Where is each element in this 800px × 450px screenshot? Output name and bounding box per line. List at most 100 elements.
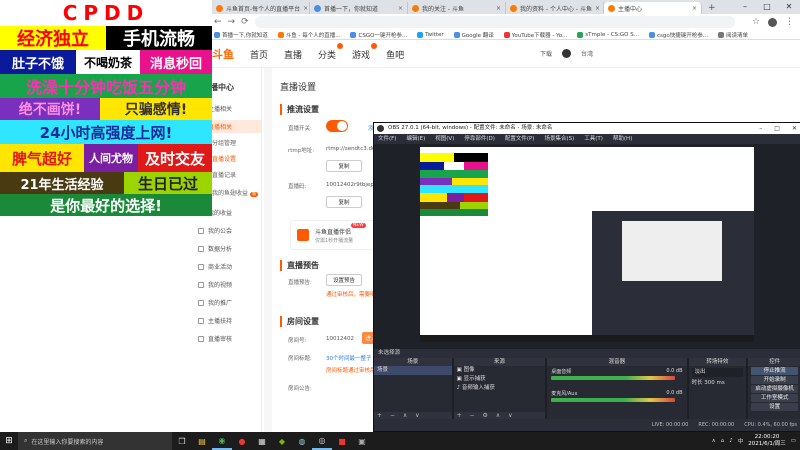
nav-home[interactable]: 首页 bbox=[250, 48, 268, 61]
close-icon[interactable]: × bbox=[692, 5, 697, 12]
menu-docks[interactable]: 停靠部件(D) bbox=[464, 134, 495, 144]
start-recording-button[interactable]: 开始录制 bbox=[751, 376, 798, 384]
close-icon[interactable]: × bbox=[595, 5, 600, 12]
clock[interactable]: 22:00:20 2021/6/1/周三 bbox=[748, 434, 786, 448]
douyu-logo[interactable]: 斗鱼 bbox=[212, 46, 240, 62]
sidebar-item-analytics[interactable]: 数据分析 bbox=[198, 242, 262, 255]
task-view-icon[interactable]: ❐ bbox=[172, 432, 192, 450]
section-push: 推流设置 bbox=[280, 104, 319, 115]
bookmark-icon bbox=[648, 31, 655, 38]
nav-category[interactable]: 分类 bbox=[318, 42, 344, 61]
bookmark[interactable]: CSGO一键开枪参... bbox=[350, 30, 407, 39]
sidebar-item-review[interactable]: 直播审核 bbox=[198, 332, 262, 345]
sidebar-sub-revenue[interactable]: 我的鱼翅收益 新 bbox=[212, 188, 259, 197]
minimize-icon[interactable]: – bbox=[734, 0, 756, 14]
menu-icon[interactable]: ⋮ bbox=[785, 17, 794, 27]
notification-icon[interactable]: ▭ bbox=[791, 438, 796, 444]
preview-canvas bbox=[420, 147, 754, 342]
sidebar-item-video[interactable]: 我的视频 bbox=[198, 278, 262, 291]
obs-icon[interactable]: ◎ bbox=[312, 432, 332, 450]
avatar[interactable] bbox=[562, 49, 572, 58]
menu-scene-collection[interactable]: 场景集合(S) bbox=[544, 134, 574, 144]
menu-help[interactable]: 帮助(H) bbox=[613, 134, 632, 144]
network-icon[interactable]: ⌂ bbox=[721, 438, 725, 444]
stop-streaming-button[interactable]: 停止推流 bbox=[751, 367, 798, 375]
source-item[interactable]: ♪ 音频输入捕获 bbox=[454, 384, 546, 393]
browser-tab-active[interactable]: 主播中心 × bbox=[604, 2, 702, 14]
tray-chevron-icon[interactable]: ∧ bbox=[712, 438, 716, 444]
obs-preview[interactable] bbox=[374, 144, 800, 349]
bookmark[interactable]: sTmple - CS:GO S... bbox=[577, 30, 639, 39]
live-toggle[interactable] bbox=[326, 120, 348, 132]
forward-icon[interactable]: → bbox=[228, 17, 236, 27]
set-notice-button[interactable]: 设置预告 bbox=[326, 274, 362, 286]
sidebar-item-promotion[interactable]: 我的推广 bbox=[198, 296, 262, 309]
new-tab-icon[interactable]: + bbox=[702, 2, 722, 14]
sidebar-item-business[interactable]: 商业活动 bbox=[198, 260, 262, 273]
settings-button[interactable]: 设置 bbox=[751, 403, 798, 411]
reading-list[interactable]: 阅读清单 bbox=[717, 30, 748, 39]
nav-live[interactable]: 直播 bbox=[284, 48, 302, 61]
maximize-icon[interactable]: □ bbox=[756, 0, 778, 14]
browser-tab[interactable]: 斗鱼首页-每个人的直播平台 × bbox=[212, 2, 310, 14]
search-icon: ⌕ bbox=[24, 437, 28, 444]
taskbar-search[interactable]: ⌕ 在这里输入你要搜索的内容 bbox=[18, 432, 172, 450]
star-icon[interactable]: ☆ bbox=[752, 17, 760, 27]
nvidia-icon[interactable]: ◆ bbox=[272, 432, 292, 450]
app-icon[interactable]: ▣ bbox=[352, 432, 372, 450]
copy-rtmp-button[interactable]: 复制 bbox=[326, 160, 362, 172]
sidebar-item-support[interactable]: 主播扶持 bbox=[198, 314, 262, 327]
bookmark[interactable]: 斗鱼 - 每个人的直播... bbox=[277, 30, 340, 39]
virtual-camera-button[interactable]: 启动虚拟摄像机 bbox=[751, 385, 798, 393]
minimize-icon[interactable]: – bbox=[759, 123, 762, 134]
bookmark[interactable]: 首播一下,你就知道 bbox=[214, 30, 268, 39]
close-icon[interactable]: × bbox=[303, 5, 308, 12]
windows-start-icon[interactable]: ⊞ bbox=[0, 432, 18, 450]
sidebar-sub-group[interactable]: 分组管理 bbox=[212, 138, 236, 147]
bookmark[interactable]: YouTube下载器 - Yo... bbox=[503, 30, 567, 39]
menu-tools[interactable]: 工具(T) bbox=[584, 134, 603, 144]
sidebar-sub-records[interactable]: 直播记录 bbox=[212, 170, 236, 179]
source-item[interactable]: ▣ 图像 bbox=[454, 366, 546, 375]
chrome-icon[interactable]: ◉ bbox=[212, 432, 232, 450]
close-icon[interactable]: ✕ bbox=[778, 0, 800, 14]
browser-tab[interactable]: 首播一下，你就知道 × bbox=[310, 2, 408, 14]
bookmark[interactable]: csgo快捷键开枪参... bbox=[648, 30, 708, 39]
app-icon[interactable]: ▦ bbox=[252, 432, 272, 450]
browser-tab[interactable]: 我的关注 - 斗鱼 × bbox=[408, 2, 506, 14]
download-link[interactable]: 下载 bbox=[540, 49, 552, 58]
source-item[interactable]: ▣ 显示捕获 bbox=[454, 375, 546, 384]
menu-file[interactable]: 文件(F) bbox=[378, 134, 396, 144]
close-icon[interactable]: ✕ bbox=[792, 123, 797, 134]
ime-indicator[interactable]: 中 bbox=[738, 437, 744, 445]
volume-icon[interactable]: ♪ bbox=[729, 438, 733, 444]
reload-icon[interactable]: ⟳ bbox=[241, 17, 249, 27]
menu-view[interactable]: 视图(V) bbox=[435, 134, 454, 144]
maximize-icon[interactable]: □ bbox=[774, 123, 780, 134]
menu-profile[interactable]: 配置文件(P) bbox=[505, 134, 535, 144]
app-icon[interactable]: ■ bbox=[332, 432, 352, 450]
app-icon[interactable]: ● bbox=[232, 432, 252, 450]
file-explorer-icon[interactable]: ▤ bbox=[192, 432, 212, 450]
sidebar-sub-live-settings[interactable]: 直播设置 bbox=[212, 154, 236, 163]
steam-icon[interactable]: ◍ bbox=[292, 432, 312, 450]
transition-select[interactable]: 淡出 bbox=[691, 368, 744, 377]
scene-item[interactable]: 场景 bbox=[374, 366, 452, 375]
username[interactable]: 台湾 bbox=[581, 49, 593, 58]
bookmark[interactable]: Twitter bbox=[417, 30, 444, 39]
nav-game[interactable]: 游戏 bbox=[352, 42, 378, 61]
room-title-value[interactable]: 30个时间最一整子 bbox=[326, 354, 372, 362]
close-icon[interactable]: × bbox=[496, 5, 501, 12]
close-icon[interactable]: × bbox=[398, 5, 403, 12]
sidebar-item-guild[interactable]: 我的公会 bbox=[198, 224, 262, 237]
back-icon[interactable]: ← bbox=[214, 17, 222, 27]
browser-tab[interactable]: 我的资料 - 个人中心 - 斗鱼 × bbox=[506, 2, 604, 14]
profile-avatar[interactable] bbox=[768, 17, 777, 27]
studio-mode-button[interactable]: 工作室模式 bbox=[751, 394, 798, 402]
copy-code-button[interactable]: 复制 bbox=[326, 196, 362, 208]
menu-edit[interactable]: 编辑(E) bbox=[406, 134, 425, 144]
nav-fishbar[interactable]: 鱼吧 bbox=[386, 48, 404, 61]
bookmark[interactable]: Google 翻译 bbox=[453, 30, 494, 39]
url-input[interactable] bbox=[254, 16, 735, 28]
page-title: 直播设置 bbox=[280, 83, 317, 93]
